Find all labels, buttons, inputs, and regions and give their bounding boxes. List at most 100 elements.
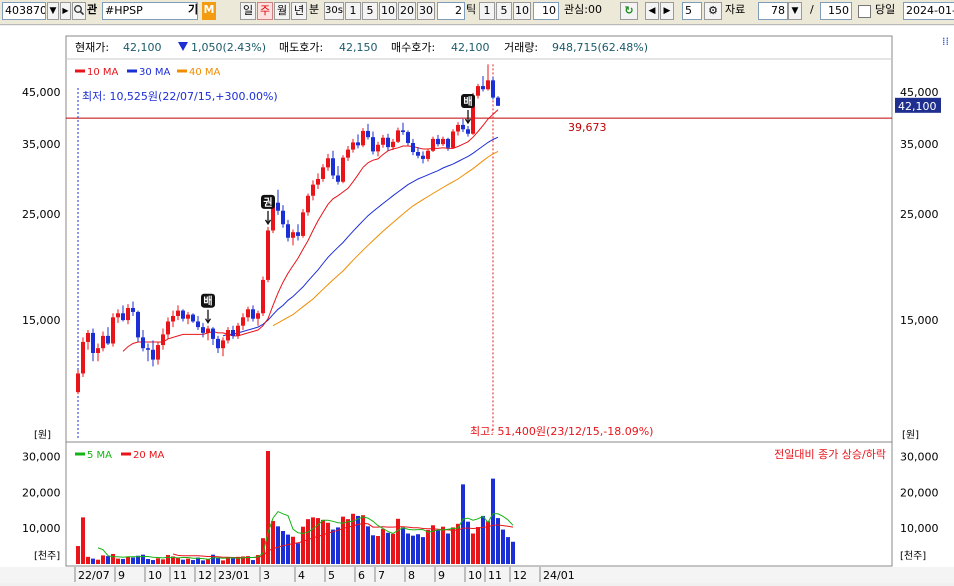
volume-bar — [366, 526, 370, 564]
tick-1-button[interactable]: 1 — [479, 2, 495, 20]
magnifier-icon[interactable] — [72, 2, 86, 20]
refresh-icon[interactable]: ↻ — [620, 2, 638, 20]
volume-bar — [321, 519, 325, 564]
date-input[interactable]: 2024-01- — [903, 2, 954, 20]
m-badge[interactable]: M — [202, 2, 216, 20]
price-unit-right: [원] — [902, 429, 919, 441]
date-tick-label: 8 — [408, 569, 415, 582]
candle-body — [406, 132, 410, 143]
minute-20-button[interactable]: 20 — [398, 2, 416, 20]
volume-bar — [176, 557, 180, 564]
candle-body — [206, 328, 210, 333]
stock-code-input[interactable]: 403870 — [2, 2, 46, 20]
volume-bar — [186, 558, 190, 564]
candle-body — [456, 124, 460, 132]
gwan-label[interactable]: 관 — [87, 2, 101, 20]
date-tick-label: 11 — [173, 569, 187, 582]
data-count-input[interactable]: 78 — [758, 2, 788, 20]
candle-body — [151, 349, 155, 360]
volume-bar — [81, 517, 85, 564]
candle-body — [101, 335, 105, 349]
date-tick-label: 5 — [328, 569, 335, 582]
volume-bar — [386, 532, 390, 564]
settings-gear-icon[interactable]: ⚙ — [704, 2, 722, 20]
date-tick-label: 23/01 — [218, 569, 250, 582]
chart-options-icon[interactable]: ⁞⁞ — [942, 35, 949, 48]
candle-body — [491, 80, 495, 98]
price-tick-right: 35,000 — [900, 138, 939, 151]
candle-body — [81, 341, 85, 374]
date-tick-label: 6 — [358, 569, 365, 582]
minute-30-button[interactable]: 30 — [417, 2, 435, 20]
volume-bar — [421, 537, 425, 564]
slash-separator: / — [810, 3, 814, 16]
code-dropdown-button[interactable]: ▼ — [47, 2, 59, 20]
tick-label: 틱 — [466, 3, 477, 16]
candle-body — [106, 335, 110, 344]
sec30-button[interactable]: 30s — [324, 2, 344, 20]
volume-tick-left: 20,000 — [22, 486, 61, 499]
change-value: 1,050(2.43%) — [191, 41, 266, 54]
today-label: 당일 — [875, 3, 896, 16]
volume-bar — [296, 543, 300, 564]
date-tick-label: 10 — [148, 569, 162, 582]
volume-bar — [416, 534, 420, 564]
volume-bar — [286, 534, 290, 564]
candle-body — [241, 317, 245, 326]
tick-value-input[interactable]: 2 — [437, 2, 465, 20]
minute-5-button[interactable]: 5 — [362, 2, 378, 20]
candle-body — [161, 334, 165, 346]
candle-body — [266, 230, 270, 280]
volume-bar — [436, 530, 440, 564]
low-annotation: 최저: 10,525원(22/07/15,+300.00%) — [82, 90, 278, 103]
event-marker-text: 배 — [463, 95, 472, 108]
date-tick-label: 12 — [198, 569, 212, 582]
play-arrow-icon[interactable]: ▶ — [660, 2, 674, 20]
ma40-legend-label: 40 MA — [189, 67, 221, 78]
candle-body — [126, 307, 130, 321]
candle-body — [376, 144, 380, 152]
volume-bar — [506, 537, 510, 564]
step-input[interactable]: 5 — [682, 2, 702, 20]
volume-tick-left: 30,000 — [22, 450, 61, 463]
chart-area[interactable]: 현재가: 42,100 1,050(2.43%) 매도호가: 42,150 매수… — [0, 26, 954, 583]
price-tick-right: 45,000 — [900, 86, 939, 99]
period-year-button[interactable]: 년 — [291, 2, 307, 20]
candle-body — [441, 138, 445, 145]
minute-10-button[interactable]: 10 — [379, 2, 397, 20]
volume-bar — [336, 527, 340, 564]
period-day-button[interactable]: 일 — [240, 2, 256, 20]
volume-bar — [101, 555, 105, 564]
volume-bar — [371, 535, 375, 564]
volume-bar — [191, 560, 195, 564]
next-arrow-icon[interactable]: ▶ — [60, 2, 71, 20]
candle-body — [111, 317, 115, 344]
candle-body — [136, 311, 140, 338]
tick-count-input[interactable]: 10 — [533, 2, 559, 20]
data-count-dropdown-icon[interactable]: ▼ — [788, 2, 802, 20]
candle-body — [311, 184, 315, 196]
minute-1-button[interactable]: 1 — [345, 2, 361, 20]
today-checkbox[interactable] — [858, 5, 871, 18]
price-tick-right: 15,000 — [900, 314, 939, 327]
volume-bar — [291, 536, 295, 564]
candle-body — [341, 157, 345, 182]
candle-body — [256, 313, 260, 319]
tick-10-button[interactable]: 10 — [513, 2, 531, 20]
candle-body — [186, 314, 190, 319]
volume-bar — [76, 546, 80, 564]
candle-body — [141, 337, 145, 349]
volume-bar — [281, 530, 285, 564]
volume-bar — [106, 556, 110, 564]
total-count-input[interactable]: 150 — [820, 2, 852, 20]
prev-arrow-icon[interactable]: ◀ — [645, 2, 659, 20]
stock-chart-svg[interactable]: 현재가: 42,100 1,050(2.43%) 매도호가: 42,150 매수… — [0, 26, 954, 583]
period-month-button[interactable]: 월 — [274, 2, 290, 20]
period-week-button[interactable]: 주 — [257, 2, 273, 20]
candle-body — [156, 345, 160, 360]
watchlist-label[interactable]: 관심:00 — [564, 2, 612, 20]
candle-body — [221, 340, 225, 349]
stock-name-field[interactable]: #HPSP — [102, 2, 198, 20]
volume-tick-right: 10,000 — [900, 522, 939, 535]
tick-5-button[interactable]: 5 — [496, 2, 512, 20]
